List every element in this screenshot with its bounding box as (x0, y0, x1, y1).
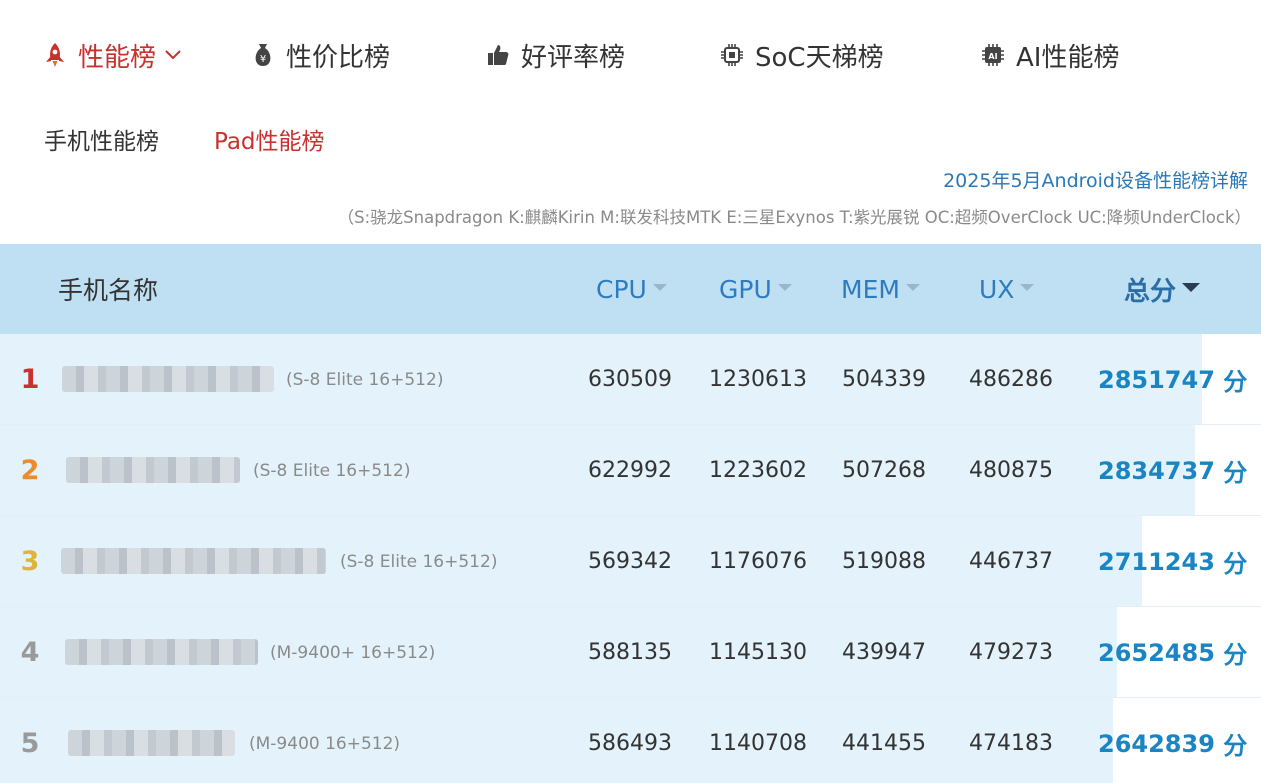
score-unit: 分 (1223, 732, 1248, 760)
ai-chip-icon: AI (980, 42, 1006, 68)
device-name-redacted (66, 457, 240, 483)
ux-score: 474183 (969, 731, 1053, 756)
caret-down-icon (905, 283, 920, 291)
caret-down-icon (1020, 283, 1035, 291)
device-spec: (S-8 Elite 16+512) (340, 551, 498, 572)
device-name-redacted (62, 366, 274, 392)
cpu-score: 588135 (588, 640, 672, 665)
device-name-redacted (68, 730, 235, 756)
device-name-redacted (61, 548, 326, 574)
nav-label: 性能榜 (78, 42, 157, 73)
mem-score: 504339 (842, 367, 926, 392)
score-unit: 分 (1223, 550, 1248, 578)
device-spec: (M-9400+ 16+512) (270, 642, 436, 663)
nav-label: 好评率榜 (521, 42, 626, 73)
gpu-score: 1230613 (709, 367, 807, 392)
nav-label: SoC天梯榜 (755, 42, 884, 73)
rank-number: 2 (20, 455, 40, 486)
total-value: 2652485 (1098, 638, 1215, 667)
ux-score: 446737 (969, 549, 1053, 574)
rank-number: 5 (20, 728, 40, 759)
device-spec: (S-8 Elite 16+512) (253, 460, 411, 481)
soc-abbreviation-note: （S:骁龙Snapdragon K:麒麟Kirin M:联发科技MTK E:三星… (337, 208, 1251, 227)
nav-rating[interactable]: 好评率榜 (485, 30, 625, 80)
ranking-list: 1 (S-8 Elite 16+512) 630509 1230613 5043… (0, 334, 1261, 783)
mem-score: 507268 (842, 458, 926, 483)
subnav-pad[interactable]: Pad性能榜 (214, 122, 325, 156)
total-value: 2851747 (1098, 365, 1215, 394)
total-score: 2711243 分 (1098, 516, 1248, 606)
score-unit: 分 (1223, 641, 1248, 669)
sort-ux[interactable]: UX (979, 244, 1035, 334)
thumbs-up-icon (485, 42, 511, 68)
gpu-score: 1223602 (709, 458, 807, 483)
sort-cpu[interactable]: CPU (596, 244, 667, 334)
mem-score: 519088 (842, 549, 926, 574)
header-gpu-label: GPU (719, 274, 772, 304)
gpu-score: 1176076 (709, 549, 807, 574)
rank-number: 1 (20, 364, 40, 395)
total-value: 2834737 (1098, 456, 1215, 485)
ux-score: 486286 (969, 367, 1053, 392)
nav-soc[interactable]: SoC天梯榜 (719, 30, 884, 80)
svg-text:¥: ¥ (260, 54, 266, 65)
rank-number: 3 (20, 546, 40, 577)
cpu-score: 569342 (588, 549, 672, 574)
device-spec: (S-8 Elite 16+512) (286, 369, 444, 390)
money-bag-icon: ¥ (250, 42, 276, 68)
header-total-label: 总分 (1124, 276, 1177, 307)
header-name: 手机名称 (58, 276, 159, 305)
device-spec: (M-9400 16+512) (249, 733, 401, 754)
nav-ai[interactable]: AI AI性能榜 (980, 30, 1119, 80)
caret-down-icon (777, 283, 792, 291)
chip-icon (719, 42, 745, 68)
gpu-score: 1140708 (709, 731, 807, 756)
sort-gpu[interactable]: GPU (719, 244, 792, 334)
caret-down-icon (652, 283, 667, 291)
score-unit: 分 (1223, 368, 1248, 396)
header-cpu-label: CPU (596, 274, 647, 304)
table-row[interactable]: 5 (M-9400 16+512) 586493 1140708 441455 … (0, 698, 1261, 783)
subnav-phone[interactable]: 手机性能榜 (44, 122, 159, 156)
mem-score: 439947 (842, 640, 926, 665)
total-value: 2711243 (1098, 547, 1215, 576)
gpu-score: 1145130 (709, 640, 807, 665)
cpu-score: 630509 (588, 367, 672, 392)
total-score: 2642839 分 (1098, 698, 1247, 783)
device-name-redacted (65, 639, 258, 665)
cpu-score: 622992 (588, 458, 672, 483)
nav-value[interactable]: ¥ 性价比榜 (250, 30, 390, 80)
nav-performance[interactable]: 性能榜 (42, 30, 182, 80)
ux-score: 479273 (969, 640, 1053, 665)
rank-number: 4 (20, 637, 40, 668)
header-ux-label: UX (979, 274, 1015, 304)
nav-label: 性价比榜 (286, 42, 391, 73)
sort-mem[interactable]: MEM (841, 244, 920, 334)
header-mem-label: MEM (841, 274, 900, 304)
total-value: 2642839 (1098, 729, 1215, 758)
score-unit: 分 (1223, 459, 1248, 487)
rocket-icon (42, 42, 68, 68)
table-row[interactable]: 4 (M-9400+ 16+512) 588135 1145130 439947… (0, 607, 1261, 698)
total-score: 2851747 分 (1098, 334, 1248, 424)
svg-text:AI: AI (988, 52, 997, 61)
table-row[interactable]: 1 (S-8 Elite 16+512) 630509 1230613 5043… (0, 334, 1261, 425)
table-row[interactable]: 2 (S-8 Elite 16+512) 622992 1223602 5072… (0, 425, 1261, 516)
total-score: 2652485 分 (1098, 607, 1248, 697)
nav-label: AI性能榜 (1016, 42, 1120, 73)
ux-score: 480875 (969, 458, 1053, 483)
total-score: 2834737 分 (1098, 425, 1248, 515)
table-header: 手机名称 CPU GPU MEM UX 总分 (0, 244, 1261, 334)
mem-score: 441455 (842, 731, 926, 756)
cpu-score: 586493 (588, 731, 672, 756)
caret-down-icon (1182, 282, 1201, 292)
sort-total[interactable]: 总分 (1124, 244, 1201, 334)
detail-link[interactable]: 2025年5月Android设备性能榜详解 (943, 166, 1248, 193)
chevron-down-icon (164, 49, 182, 61)
table-row[interactable]: 3 (S-8 Elite 16+512) 569342 1176076 5190… (0, 516, 1261, 607)
ranking-nav: 性能榜 ¥ 性价比榜 好评率榜 SoC天梯榜 AI AI性能榜 (0, 30, 1261, 80)
